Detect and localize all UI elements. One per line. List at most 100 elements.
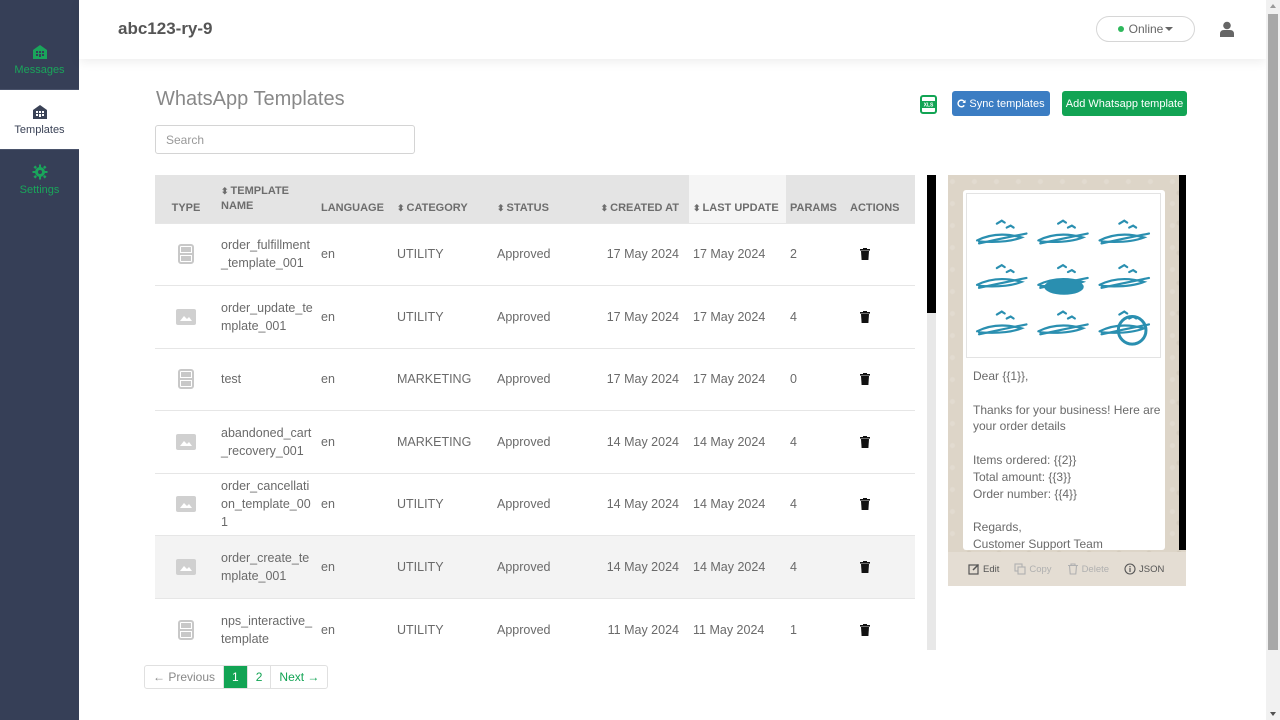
status-cell: Approved xyxy=(497,434,551,449)
delete-template-icon[interactable] xyxy=(860,498,870,511)
sync-templates-button[interactable]: Sync templates xyxy=(952,91,1050,116)
delete-template-icon[interactable] xyxy=(860,248,870,261)
preview-scrollbar[interactable] xyxy=(1179,175,1186,550)
column-header-type: TYPE xyxy=(171,201,201,214)
params-cell: 4 xyxy=(790,497,797,512)
copy-button[interactable]: Copy xyxy=(1014,563,1052,575)
last-update-cell: 14 May 2024 xyxy=(693,559,766,574)
table-scrollbar-thumb[interactable] xyxy=(927,175,936,313)
table-row[interactable]: order_create_template_001 en UTILITY Approv… xyxy=(155,535,915,598)
language-cell: en xyxy=(321,247,335,262)
template-name-cell: nps_interactive_template xyxy=(221,613,313,646)
templates-table-container: TYPE ⬍ TEMPLATE NAME LANGUAGE ⬍ CATEGORY ⬍… xyxy=(155,175,915,650)
next-page-button[interactable]: Next → xyxy=(271,666,327,688)
language-cell: en xyxy=(321,372,335,387)
params-cell: 2 xyxy=(790,247,797,262)
add-whatsapp-template-button[interactable]: Add Whatsapp template xyxy=(1062,91,1187,116)
created-at-cell: 14 May 2024 xyxy=(606,497,679,512)
sort-icon: ⬍ xyxy=(693,202,701,213)
text-template-icon xyxy=(178,369,194,390)
sidebar: Messages Templates Settings xyxy=(0,0,79,720)
scroll-up-arrow-icon[interactable] xyxy=(1270,4,1276,8)
search-input[interactable] xyxy=(155,125,415,154)
table-row[interactable]: test en MARKETING Approved 17 May 2024 17 May… xyxy=(155,348,915,411)
page-scrollbar[interactable] xyxy=(1266,0,1280,720)
column-header-last-update[interactable]: ⬍ LAST UPDATE xyxy=(689,175,786,223)
sidebar-item-settings[interactable]: Settings xyxy=(0,150,79,209)
template-name-cell: order_cancellation_template_001 xyxy=(221,479,311,530)
image-template-icon xyxy=(176,496,196,513)
type-cell xyxy=(155,598,217,650)
image-template-icon xyxy=(176,308,196,325)
table-scrollbar[interactable] xyxy=(927,175,936,650)
column-header-language: LANGUAGE xyxy=(321,201,384,214)
svg-text:XLS: XLS xyxy=(924,103,934,109)
column-header-category[interactable]: ⬍ CATEGORY xyxy=(393,175,493,223)
trash-icon xyxy=(1067,563,1078,575)
actions-cell xyxy=(846,473,915,536)
page-scrollbar-thumb[interactable] xyxy=(1268,14,1278,650)
table-row[interactable]: nps_interactive_template en UTILITY Approve… xyxy=(155,598,915,650)
status-cell: Approved xyxy=(497,622,551,637)
user-icon[interactable] xyxy=(1220,21,1234,37)
delete-template-icon[interactable] xyxy=(860,373,870,386)
category-cell: MARKETING xyxy=(397,372,472,387)
info-icon xyxy=(1124,563,1136,575)
template-name-cell: order_fulfillment_template_001 xyxy=(221,238,310,271)
page-button-1[interactable]: 1 xyxy=(224,666,248,688)
pagination: ← Previous 1 2 Next → xyxy=(144,665,329,689)
language-cell: en xyxy=(321,622,335,637)
column-header-params: PARAMS xyxy=(790,201,837,214)
actions-cell xyxy=(846,223,915,286)
building-icon xyxy=(32,104,47,119)
table-row[interactable]: order_update_template_001 en UTILITY Approv… xyxy=(155,285,915,349)
scroll-down-arrow-icon[interactable] xyxy=(1270,712,1276,716)
sort-icon: ⬍ xyxy=(221,185,229,196)
status-cell: Approved xyxy=(497,559,551,574)
category-cell: UTILITY xyxy=(397,622,444,637)
language-cell: en xyxy=(321,434,335,449)
status-cell: Approved xyxy=(497,372,551,387)
page-button-2[interactable]: 2 xyxy=(248,666,272,688)
text-template-icon xyxy=(178,619,194,640)
category-cell: UTILITY xyxy=(397,247,444,262)
actions-cell xyxy=(846,411,915,474)
table-row[interactable]: abandoned_cart_recovery_001 en MARKETING Ap… xyxy=(155,410,915,474)
sidebar-item-label: Settings xyxy=(19,183,60,196)
delete-template-icon[interactable] xyxy=(860,623,870,636)
previous-page-button[interactable]: ← Previous xyxy=(145,666,225,688)
created-at-cell: 17 May 2024 xyxy=(606,372,679,387)
last-update-cell: 11 May 2024 xyxy=(693,622,765,637)
column-header-status[interactable]: ⬍ STATUS xyxy=(493,175,589,223)
column-header-created-at[interactable]: ⬍ CREATED AT xyxy=(589,175,689,223)
sidebar-item-templates[interactable]: Templates xyxy=(0,90,79,149)
header-image-waves xyxy=(966,193,1161,358)
caret-down-icon xyxy=(1165,27,1174,31)
sidebar-item-messages[interactable]: Messages xyxy=(0,30,79,89)
last-update-cell: 17 May 2024 xyxy=(693,309,766,324)
sort-icon: ⬍ xyxy=(497,202,505,213)
table-row[interactable]: order_fulfillment_template_001 en UTILITY A… xyxy=(155,223,915,286)
sidebar-item-label: Templates xyxy=(14,123,65,136)
last-update-cell: 14 May 2024 xyxy=(693,434,766,449)
image-template-icon xyxy=(176,558,196,575)
last-update-cell: 17 May 2024 xyxy=(693,372,766,387)
excel-export-icon[interactable]: XLS xyxy=(920,95,937,114)
last-update-cell: 14 May 2024 xyxy=(693,497,766,512)
status-dropdown[interactable]: Online xyxy=(1096,16,1195,42)
delete-template-icon[interactable] xyxy=(860,435,870,448)
delete-button[interactable]: Delete xyxy=(1067,563,1109,575)
delete-template-icon[interactable] xyxy=(860,310,870,323)
delete-template-icon[interactable] xyxy=(860,560,870,573)
template-name-cell: order_update_template_001 xyxy=(221,300,313,333)
category-cell: MARKETING xyxy=(397,434,472,449)
json-button[interactable]: JSON xyxy=(1124,563,1164,575)
column-header-template-name[interactable]: ⬍ TEMPLATE NAME xyxy=(217,175,317,223)
params-cell: 0 xyxy=(790,372,797,387)
table-row[interactable]: order_cancellation_template_001 en UTILITY… xyxy=(155,473,915,536)
edit-icon xyxy=(968,563,980,575)
template-body-text: Dear {{1}}, Thanks for your business! He… xyxy=(973,369,1161,550)
refresh-icon xyxy=(957,99,966,108)
edit-button[interactable]: Edit xyxy=(968,563,999,575)
column-header-actions: ACTIONS xyxy=(850,201,900,214)
